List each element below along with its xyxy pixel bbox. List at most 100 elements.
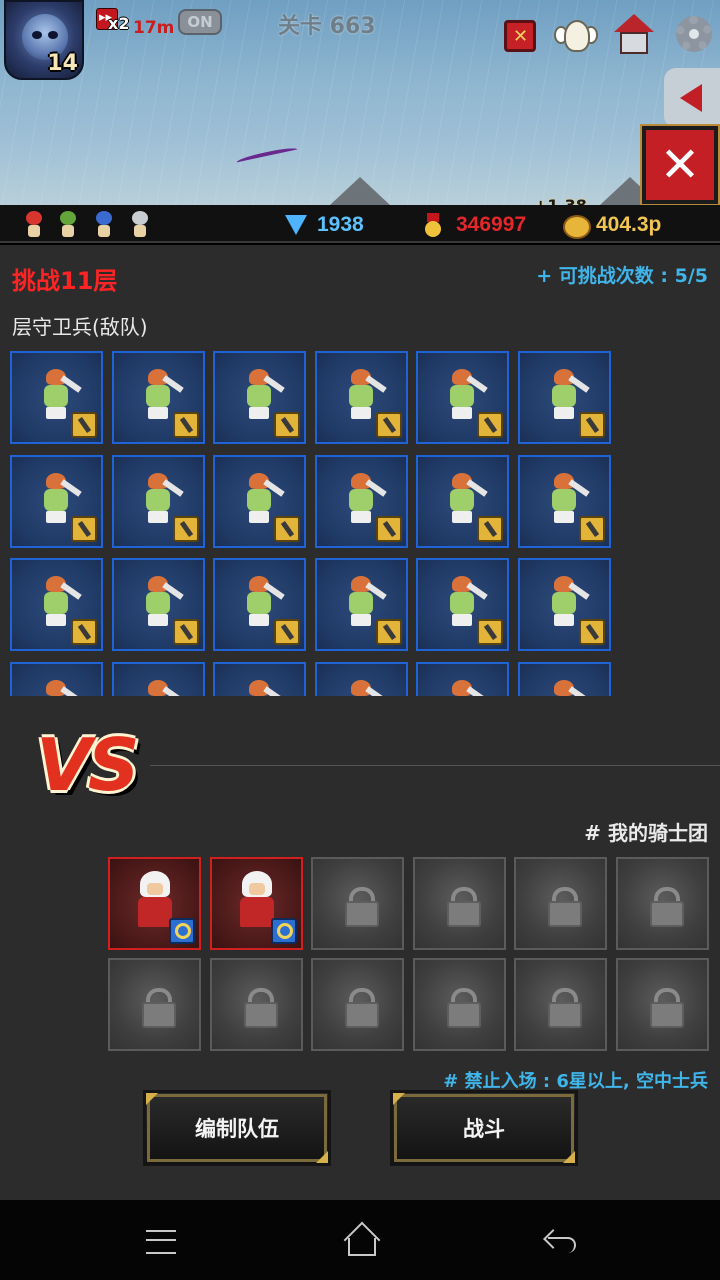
player-level: 14 bbox=[47, 51, 78, 76]
sword-class-icon bbox=[172, 515, 199, 542]
sword-class-icon bbox=[71, 619, 97, 645]
sword-class-icon bbox=[71, 515, 97, 542]
player-avatar[interactable]: 14 bbox=[4, 0, 84, 80]
locked-team-slot[interactable] bbox=[311, 857, 404, 950]
gold-coin-icon bbox=[563, 213, 591, 239]
enemy-unit-slot[interactable] bbox=[416, 558, 509, 651]
gem-count: 1938 bbox=[317, 213, 364, 236]
enemy-unit-slot[interactable] bbox=[314, 558, 408, 651]
sword-class-icon bbox=[375, 412, 402, 438]
enemy-unit-slot[interactable] bbox=[517, 661, 611, 696]
divider bbox=[150, 765, 720, 766]
locked-team-slot[interactable] bbox=[412, 958, 506, 1051]
locked-team-slot[interactable] bbox=[615, 857, 709, 950]
speed-time-remaining: 17m bbox=[133, 18, 175, 38]
sword-class-icon bbox=[274, 619, 300, 645]
toggle-label: ON bbox=[187, 13, 213, 31]
tower-challenge-panel: 挑战11层 + 可挑战次数 : 5/5 层守卫兵(敌队) VS # 我的骑士团 … bbox=[0, 245, 720, 1200]
enemy-unit-slot[interactable] bbox=[111, 454, 205, 548]
locked-team-slot[interactable] bbox=[108, 958, 201, 1051]
enemy-unit-slot[interactable] bbox=[10, 351, 103, 444]
enemy-unit-slot[interactable] bbox=[213, 351, 306, 444]
edit-team-button[interactable]: 编制队伍 bbox=[143, 1090, 331, 1166]
enemy-unit-slot[interactable] bbox=[111, 558, 205, 651]
sword-class-icon bbox=[172, 412, 199, 438]
enemy-unit-slot[interactable] bbox=[111, 661, 205, 696]
locked-team-slot[interactable] bbox=[514, 857, 607, 950]
sword-class-icon bbox=[172, 619, 199, 645]
hero-portrait-blue[interactable] bbox=[90, 209, 118, 239]
back-icon[interactable] bbox=[540, 1220, 580, 1260]
gold-count: 404.3p bbox=[596, 213, 662, 236]
lock-icon bbox=[343, 988, 379, 1028]
close-button[interactable]: ✕ bbox=[640, 124, 720, 206]
edit-team-label: 编制队伍 bbox=[195, 1117, 279, 1141]
sword-class-icon bbox=[578, 515, 605, 542]
magnifier-class-icon bbox=[169, 918, 195, 944]
angel-icon[interactable] bbox=[554, 12, 598, 56]
team-hero-slot[interactable] bbox=[108, 857, 201, 950]
gear-icon[interactable] bbox=[672, 12, 716, 56]
locked-team-slot[interactable] bbox=[209, 958, 303, 1051]
enemy-unit-slot[interactable] bbox=[416, 351, 509, 444]
hero-portrait-silver[interactable] bbox=[126, 209, 154, 239]
lock-icon bbox=[648, 887, 684, 927]
my-team-grid bbox=[108, 857, 709, 1052]
battle-label: 战斗 bbox=[463, 1117, 505, 1141]
lock-icon bbox=[140, 988, 176, 1028]
lock-icon bbox=[648, 988, 684, 1028]
enemy-unit-slot[interactable] bbox=[213, 558, 306, 651]
mountain-decoration bbox=[330, 177, 390, 205]
goblin-archer-icon bbox=[440, 679, 488, 696]
lock-icon bbox=[546, 887, 582, 927]
menu-icon[interactable] bbox=[142, 1220, 182, 1260]
battle-button[interactable]: 战斗 bbox=[390, 1090, 578, 1166]
enemy-section-label: 层守卫兵(敌队) bbox=[12, 315, 148, 339]
goblin-archer-icon bbox=[136, 679, 184, 696]
lock-icon bbox=[445, 887, 481, 927]
enemy-unit-slot[interactable] bbox=[10, 454, 103, 548]
team-hero-slot[interactable] bbox=[209, 857, 303, 950]
enemy-unit-slot[interactable] bbox=[416, 661, 509, 696]
enemy-unit-slot[interactable] bbox=[517, 351, 611, 444]
sword-class-icon bbox=[578, 619, 605, 645]
enemy-unit-slot[interactable] bbox=[314, 454, 408, 548]
hero-portrait-red[interactable] bbox=[20, 209, 48, 239]
enemy-unit-slot[interactable] bbox=[10, 661, 103, 696]
locked-team-slot[interactable] bbox=[412, 857, 506, 950]
sword-class-icon bbox=[477, 619, 503, 645]
hero-portrait-green[interactable] bbox=[54, 209, 82, 239]
enemy-unit-slot[interactable] bbox=[213, 661, 306, 696]
locked-team-slot[interactable] bbox=[311, 958, 404, 1051]
speed-toggle[interactable]: ON bbox=[178, 9, 222, 35]
sword-class-icon bbox=[477, 412, 503, 438]
enemy-unit-slot[interactable] bbox=[517, 558, 611, 651]
versus-label: VS bbox=[36, 723, 140, 807]
attempts-remaining[interactable]: + 可挑战次数 : 5/5 bbox=[536, 261, 708, 288]
locked-team-slot[interactable] bbox=[615, 958, 709, 1051]
goblin-archer-icon bbox=[339, 679, 387, 696]
guild-flag-icon[interactable] bbox=[498, 12, 542, 56]
close-icon: ✕ bbox=[659, 137, 701, 193]
enemy-unit-slot[interactable] bbox=[111, 351, 205, 444]
lock-icon bbox=[343, 887, 379, 927]
locked-team-slot[interactable] bbox=[514, 958, 607, 1051]
enemy-unit-slot[interactable] bbox=[517, 454, 611, 548]
home-icon[interactable] bbox=[340, 1220, 380, 1260]
sword-class-icon bbox=[274, 412, 300, 438]
enemy-unit-slot[interactable] bbox=[314, 661, 408, 696]
house-icon[interactable] bbox=[612, 12, 656, 56]
stage-title: 关卡 663 bbox=[278, 14, 376, 39]
sword-class-icon bbox=[477, 515, 503, 542]
magnifier-class-icon bbox=[270, 918, 297, 944]
enemy-unit-slot[interactable] bbox=[416, 454, 509, 548]
sword-class-icon bbox=[274, 515, 300, 542]
enemy-unit-slot[interactable] bbox=[314, 351, 408, 444]
game-scene: 14 x2 17m ON 关卡 663 +1.38 bbox=[0, 0, 720, 205]
medal-count: 346997 bbox=[456, 213, 527, 236]
arrow-left-icon[interactable] bbox=[664, 68, 720, 128]
speed-multiplier: x2 bbox=[108, 14, 130, 33]
enemy-unit-slot[interactable] bbox=[213, 454, 306, 548]
enemy-unit-slot[interactable] bbox=[10, 558, 103, 651]
system-nav-bar bbox=[0, 1200, 720, 1280]
